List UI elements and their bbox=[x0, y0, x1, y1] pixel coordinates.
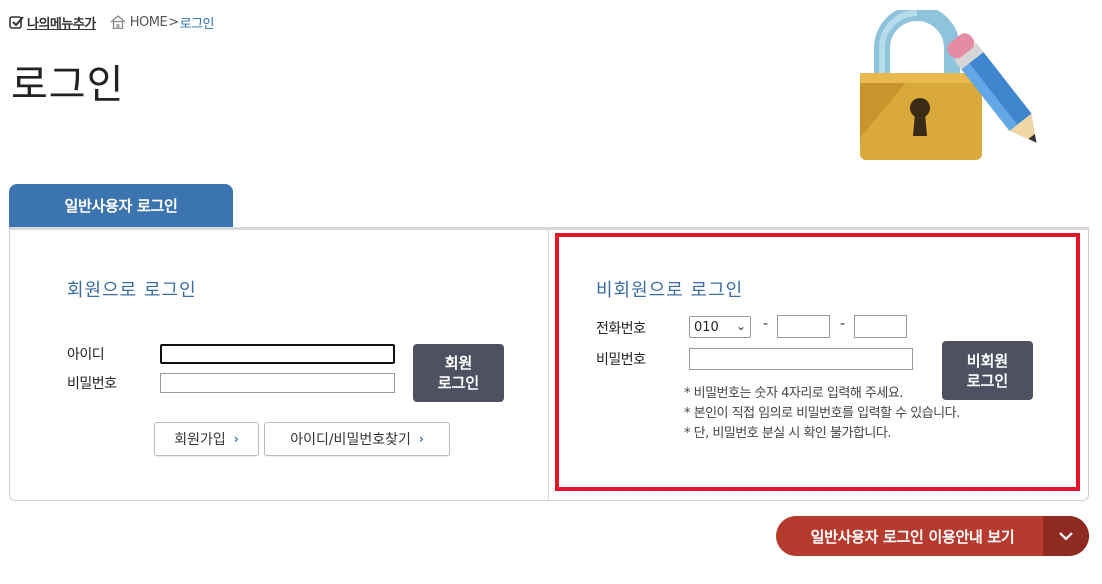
tab-general-user-login[interactable]: 일반사용자 로그인 bbox=[9, 184, 233, 227]
find-id-password-label: 아이디/비밀번호찾기 bbox=[290, 432, 411, 448]
nonmember-login-title: 비회원으로 로그인 bbox=[596, 280, 744, 301]
nonmember-password-input[interactable] bbox=[689, 348, 913, 370]
chevron-right-icon: › bbox=[233, 432, 239, 446]
nonmember-login-button-line1: 비회원 bbox=[966, 351, 1009, 370]
find-id-password-button[interactable]: 아이디/비밀번호찾기 › bbox=[264, 422, 450, 456]
home-icon[interactable] bbox=[110, 15, 126, 29]
member-password-label: 비밀번호 bbox=[67, 376, 117, 392]
member-id-label: 아이디 bbox=[67, 347, 105, 363]
chevron-right-icon: › bbox=[418, 432, 424, 446]
phone-prefix-select[interactable]: 010 ⌄ bbox=[689, 316, 751, 338]
phone-dash: - bbox=[840, 316, 846, 332]
phone-prefix-value: 010 bbox=[694, 319, 719, 335]
phone-last-input[interactable] bbox=[854, 315, 907, 338]
phone-dash: - bbox=[763, 316, 769, 332]
breadcrumb-separator: > bbox=[168, 14, 179, 30]
breadcrumb-current[interactable]: 로그인 bbox=[180, 13, 215, 32]
breadcrumb-home[interactable]: HOME bbox=[130, 15, 168, 30]
member-id-input[interactable] bbox=[160, 344, 395, 364]
nonmember-password-label: 비밀번호 bbox=[596, 352, 646, 368]
top-bar: 나의메뉴추가 HOME > 로그인 bbox=[9, 12, 215, 32]
chevron-down-icon: ⌄ bbox=[735, 319, 746, 333]
login-guide-button[interactable]: 일반사용자 로그인 이용안내 보기 bbox=[776, 516, 1089, 556]
note-line: * 본인이 직접 임의로 비밀번호를 입력할 수 있습니다. bbox=[684, 406, 960, 421]
add-my-menu-link[interactable]: 나의메뉴추가 bbox=[9, 13, 96, 32]
member-login-button[interactable]: 회원 로그인 bbox=[413, 344, 504, 402]
add-my-menu-label: 나의메뉴추가 bbox=[27, 16, 96, 32]
panel-divider bbox=[548, 230, 549, 500]
signup-label: 회원가입 bbox=[174, 432, 226, 448]
note-line: * 단, 비밀번호 분실 시 확인 불가합니다. bbox=[684, 426, 891, 441]
checkbox-icon bbox=[9, 15, 24, 29]
member-login-button-line2: 로그인 bbox=[437, 374, 480, 392]
page-title: 로그인 bbox=[11, 62, 125, 108]
phone-middle-input[interactable] bbox=[777, 315, 830, 338]
note-line: * 비밀번호는 숫자 4자리로 입력해 주세요. bbox=[684, 386, 903, 401]
chevron-down-icon[interactable] bbox=[1043, 516, 1089, 556]
member-login-title: 회원으로 로그인 bbox=[67, 280, 197, 301]
nonmember-login-button-line2: 로그인 bbox=[966, 371, 1009, 390]
signup-button[interactable]: 회원가입 › bbox=[154, 422, 259, 456]
nonmember-phone-label: 전화번호 bbox=[596, 321, 646, 337]
member-password-input[interactable] bbox=[160, 373, 395, 393]
login-guide-label: 일반사용자 로그인 이용안내 보기 bbox=[810, 527, 1015, 546]
nonmember-notes: * 비밀번호는 숫자 4자리로 입력해 주세요. * 본인이 직접 임의로 비밀… bbox=[684, 384, 960, 444]
member-login-button-line1: 회원 bbox=[444, 354, 473, 372]
breadcrumb: HOME > 로그인 bbox=[110, 13, 215, 32]
padlock-pencil-icon bbox=[860, 10, 1037, 160]
